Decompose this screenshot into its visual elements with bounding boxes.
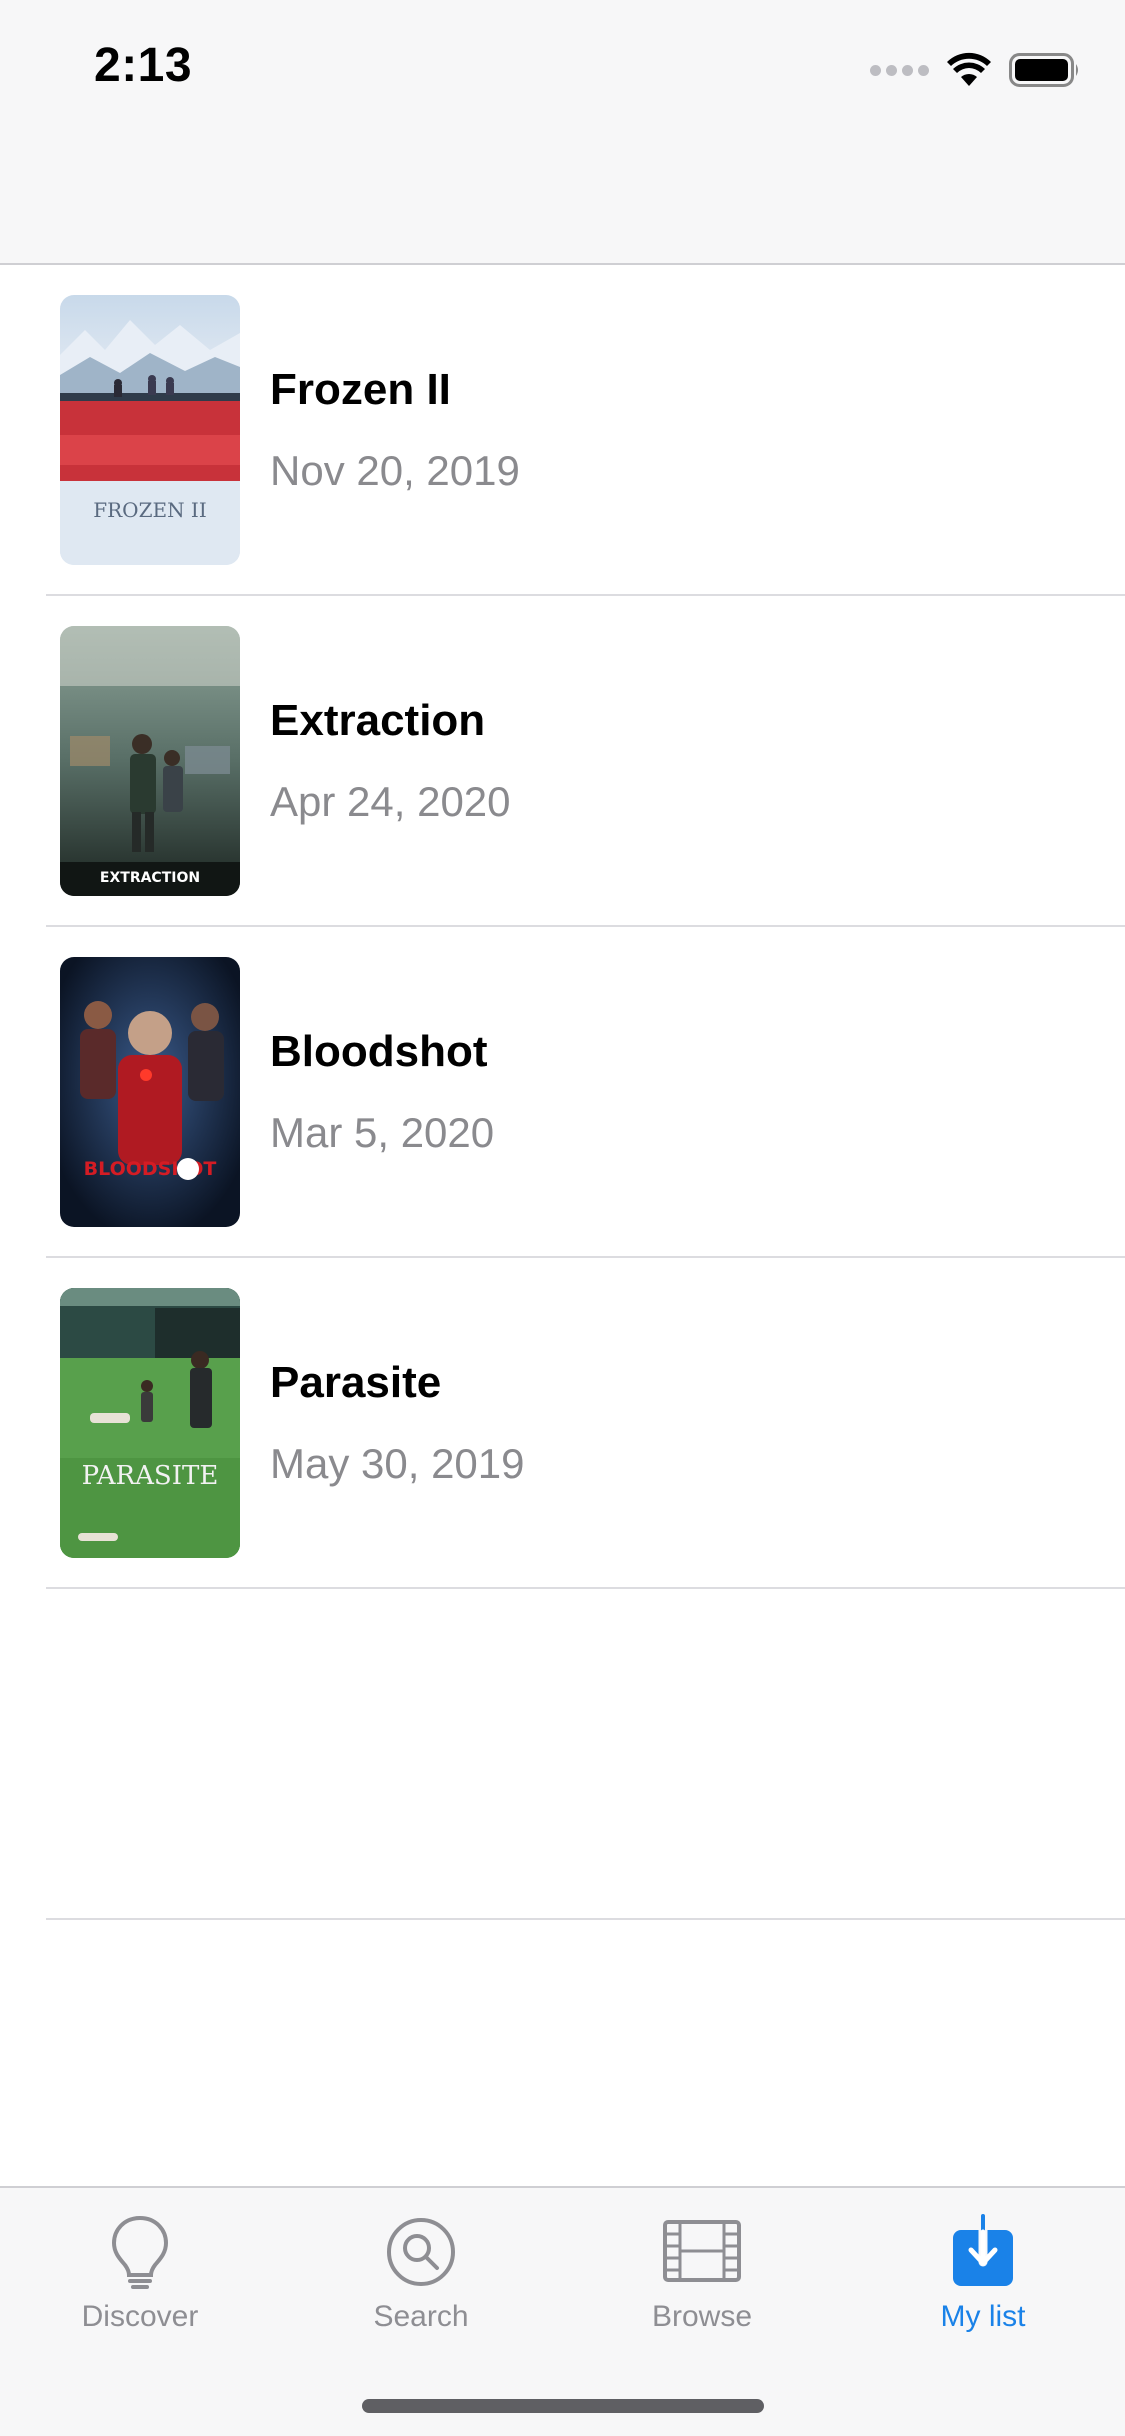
movie-info: Bloodshot Mar 5, 2020 [270, 1025, 494, 1159]
svg-text:PARASITE: PARASITE [82, 1461, 219, 1491]
tab-label: Search [373, 2300, 469, 2333]
movie-info: Frozen II Nov 20, 2019 [270, 363, 520, 497]
tab-label: My list [940, 2300, 1026, 2333]
poster-bloodshot: BLOODSHOT [60, 957, 240, 1227]
movie-release-date: Nov 20, 2019 [270, 447, 520, 494]
svg-text:FROZEN II: FROZEN II [93, 498, 207, 522]
movie-row-frozen-ii[interactable]: FROZEN II Frozen II Nov 20, 2019 [0, 265, 1125, 596]
movie-list: FROZEN II Frozen II Nov 20, 2019 EXTRACT… [0, 265, 1125, 1920]
tab-bar: Discover Search Browse My list [0, 2186, 1125, 2436]
poster-parasite: PARASITE [60, 1288, 240, 1558]
download-arrow-icon [953, 2212, 1013, 2286]
movie-release-date: May 30, 2019 [270, 1440, 525, 1487]
status-time: 2:13 [94, 39, 193, 92]
poster-extraction: EXTRACTION [60, 626, 240, 896]
svg-text:EXTRACTION: EXTRACTION [100, 870, 200, 886]
app-screen: 2:13 FROZEN II Frozen II Nov 20, 2019 EX… [0, 0, 1125, 2436]
tab-discover[interactable]: Discover [40, 2212, 240, 2342]
movie-release-date: Mar 5, 2020 [270, 1109, 495, 1156]
tab-search[interactable]: Search [321, 2212, 521, 2342]
wifi-icon [947, 52, 991, 86]
tab-browse[interactable]: Browse [602, 2212, 802, 2342]
home-indicator[interactable] [362, 2399, 764, 2413]
tab-label: Discover [81, 2300, 199, 2333]
movie-row-bloodshot[interactable]: BLOODSHOT Bloodshot Mar 5, 2020 [0, 927, 1125, 1258]
movie-info: Parasite May 30, 2019 [270, 1356, 525, 1490]
movie-title: Parasite [270, 1358, 442, 1407]
movie-release-date: Apr 24, 2020 [270, 778, 511, 825]
movie-title: Bloodshot [270, 1027, 488, 1076]
tab-label: Browse [651, 2300, 753, 2333]
movie-title: Frozen II [270, 365, 451, 414]
lightbulb-icon [111, 2215, 169, 2289]
cellular-signal-icon [870, 64, 929, 76]
poster-frozen-ii: FROZEN II [60, 295, 240, 565]
movie-row-parasite[interactable]: PARASITE Parasite May 30, 2019 [0, 1258, 1125, 1589]
magnifier-icon [387, 2218, 455, 2286]
navigation-header: 2:13 [0, 0, 1125, 265]
row-divider [46, 1918, 1125, 1920]
status-icons [870, 48, 1081, 92]
film-strip-icon [663, 2220, 741, 2282]
tab-my-list[interactable]: My list [883, 2212, 1083, 2342]
movie-info: Extraction Apr 24, 2020 [270, 694, 511, 828]
battery-icon [1009, 53, 1078, 87]
movie-row-extraction[interactable]: EXTRACTION Extraction Apr 24, 2020 [0, 596, 1125, 927]
empty-row [0, 1589, 1125, 1920]
movie-title: Extraction [270, 696, 486, 745]
